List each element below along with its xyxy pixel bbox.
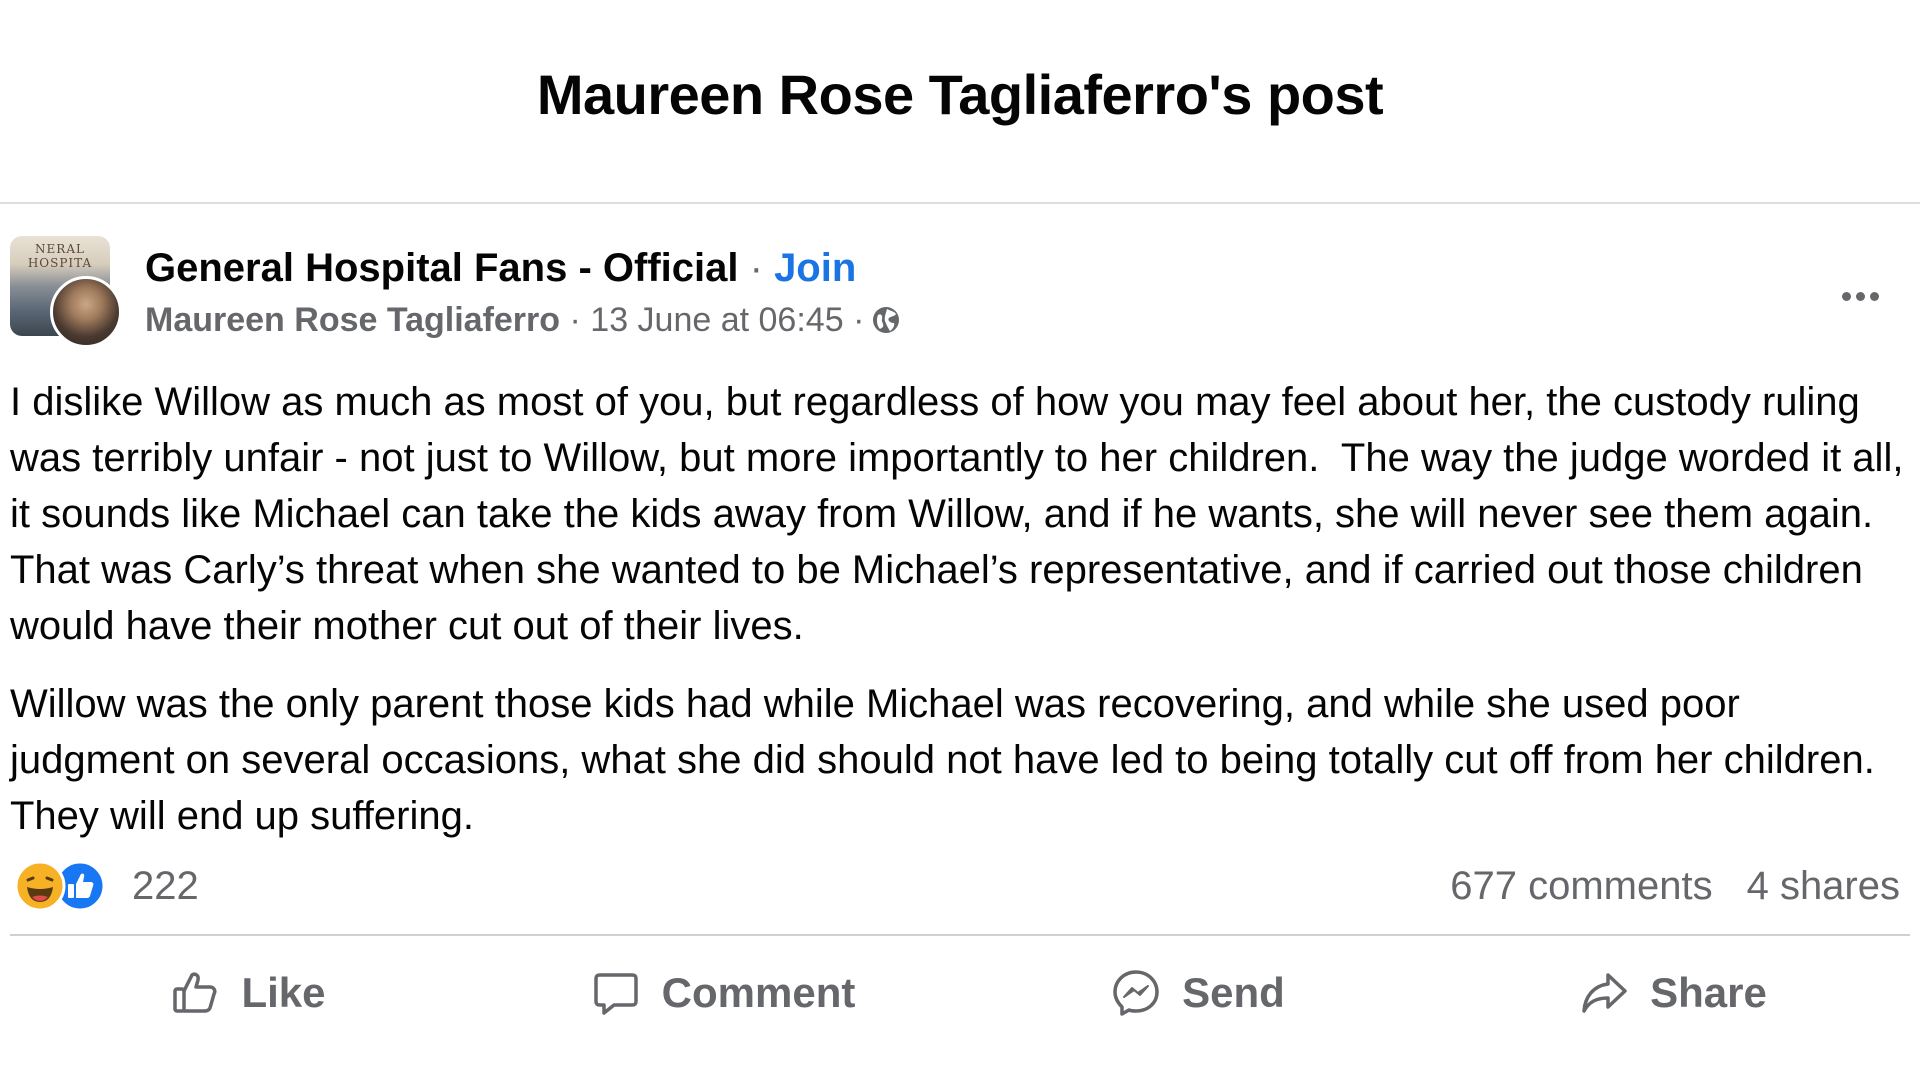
join-button[interactable]: Join [774, 246, 856, 290]
comment-icon [593, 973, 638, 1015]
group-avatar-logo: NERAL HOSPITA [27, 242, 93, 270]
reaction-count[interactable]: 222 [132, 862, 199, 910]
more-dot [1841, 291, 1851, 301]
post-paragraph: Willow was the only parent those kids ha… [10, 682, 1908, 838]
separator-space [844, 300, 853, 340]
post-header: NERAL HOSPITA General Hospital Fans - Of… [10, 236, 1910, 356]
post-timestamp-link[interactable]: 13 June at 06:45 [590, 300, 843, 340]
separator-dot: · [569, 301, 581, 339]
send-label: Send [1182, 969, 1285, 1016]
engagement-summary: 222 677 comments 4 shares [10, 856, 1910, 916]
more-options-button[interactable] [1830, 276, 1890, 316]
post-dialog: Maureen Rose Tagliaferro's post NERAL HO… [0, 0, 1920, 1080]
divider [10, 934, 1910, 936]
messenger-icon [1113, 970, 1159, 1016]
share-button[interactable]: Share [1435, 948, 1910, 1038]
reaction-icons[interactable] [14, 860, 124, 912]
separator-dot [560, 300, 569, 340]
dialog-title: Maureen Rose Tagliaferro's post [536, 62, 1384, 126]
post-card: NERAL HOSPITA General Hospital Fans - Of… [0, 206, 1920, 1080]
separator-dot: · [749, 246, 763, 290]
globe-icon[interactable] [870, 304, 902, 336]
send-button[interactable]: Send [960, 948, 1435, 1038]
group-line: General Hospital Fans - Official · Join [145, 244, 902, 292]
comment-label: Comment [661, 969, 856, 1016]
comments-count-link[interactable]: 677 comments [1450, 862, 1712, 910]
share-label: Share [1650, 969, 1767, 1016]
more-dot [1855, 291, 1865, 301]
like-label: Like [241, 969, 326, 1016]
like-button[interactable]: Like [10, 948, 485, 1038]
more-dot [1869, 291, 1879, 301]
post-header-text: General Hospital Fans - Official · Join … [145, 244, 902, 340]
share-icon [1582, 973, 1627, 1013]
post-paragraph: I dislike Willow as much as most of you,… [10, 380, 1915, 648]
comment-button[interactable]: Comment [485, 948, 960, 1038]
separator-space [581, 300, 590, 340]
author-line: Maureen Rose Tagliaferro · 13 June at 06… [145, 300, 902, 340]
engagement-stats: 677 comments 4 shares [1450, 862, 1900, 910]
group-name-link[interactable]: General Hospital Fans - Official [145, 246, 738, 290]
haha-icon [14, 860, 66, 912]
thumbs-up-icon [173, 972, 217, 1013]
separator-dot: · [853, 301, 865, 339]
shares-count-link[interactable]: 4 shares [1747, 862, 1900, 910]
post-actions: Like Comment Send Share [10, 948, 1910, 1038]
author-name-link[interactable]: Maureen Rose Tagliaferro [145, 300, 560, 340]
post-body: I dislike Willow as much as most of you,… [10, 374, 1910, 866]
avatar-group[interactable]: NERAL HOSPITA [10, 236, 122, 348]
dialog-header: Maureen Rose Tagliaferro's post [0, 0, 1920, 204]
author-avatar[interactable] [50, 276, 122, 348]
